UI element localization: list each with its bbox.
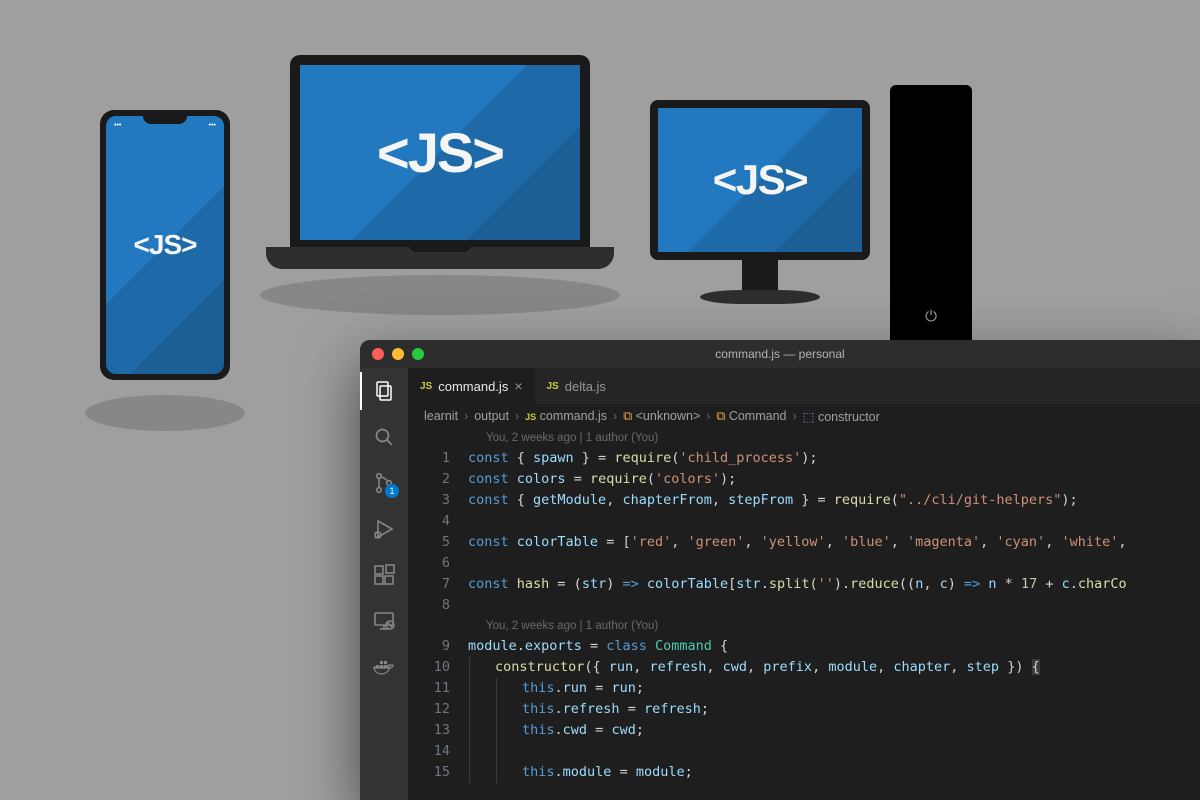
code-line[interactable]: 7const hash = (str) => colorTable[str.sp… bbox=[408, 574, 1200, 595]
extensions-tab-icon[interactable] bbox=[371, 562, 397, 588]
desktop-tower: ⏻ bbox=[890, 85, 972, 355]
line-number: 1 bbox=[408, 448, 468, 469]
code-line[interactable]: 10constructor({ run, refresh, cwd, prefi… bbox=[408, 657, 1200, 678]
codelens[interactable]: You, 2 weeks ago | 1 author (You) bbox=[408, 616, 1200, 636]
close-window-button[interactable] bbox=[372, 348, 384, 360]
code-line[interactable]: 5const colorTable = ['red', 'green', 'ye… bbox=[408, 532, 1200, 553]
power-icon: ⏻ bbox=[925, 308, 937, 325]
search-tab-icon[interactable] bbox=[371, 424, 397, 450]
scm-badge: 1 bbox=[385, 484, 399, 498]
minimize-window-button[interactable] bbox=[392, 348, 404, 360]
code-line[interactable]: 1const { spawn } = require('child_proces… bbox=[408, 448, 1200, 469]
line-number: 3 bbox=[408, 490, 468, 511]
monitor-js-label: <JS> bbox=[713, 156, 807, 204]
tab-label: command.js bbox=[438, 379, 508, 394]
js-file-icon: JS bbox=[420, 381, 432, 392]
remote-tab-icon[interactable] bbox=[371, 608, 397, 634]
window-titlebar[interactable]: command.js — personal bbox=[360, 340, 1200, 368]
line-number: 15 bbox=[408, 762, 468, 783]
line-number: 5 bbox=[408, 532, 468, 553]
phone-device: •••••• <JS> bbox=[100, 110, 230, 380]
explorer-tab-icon[interactable] bbox=[371, 378, 397, 404]
vscode-window: command.js — personal 1 bbox=[360, 340, 1200, 800]
breadcrumb-item[interactable]: output bbox=[474, 409, 509, 423]
code-line[interactable]: 15this.module = module; bbox=[408, 762, 1200, 783]
code-line[interactable]: 3const { getModule, chapterFrom, stepFro… bbox=[408, 490, 1200, 511]
method-icon: ⬚ bbox=[803, 410, 815, 424]
editor-tab[interactable]: JS delta.js bbox=[535, 368, 618, 404]
activity-bar: 1 bbox=[360, 368, 408, 800]
tab-label: delta.js bbox=[565, 379, 606, 394]
code-line[interactable]: 4 bbox=[408, 511, 1200, 532]
run-debug-tab-icon[interactable] bbox=[371, 516, 397, 542]
line-number: 12 bbox=[408, 699, 468, 720]
code-line[interactable]: 2const colors = require('colors'); bbox=[408, 469, 1200, 490]
code-line[interactable]: 8 bbox=[408, 595, 1200, 616]
code-line[interactable]: 6 bbox=[408, 553, 1200, 574]
breadcrumb-item[interactable]: ⧉ Command bbox=[716, 409, 786, 424]
laptop-device: <JS> bbox=[290, 55, 590, 250]
line-number: 6 bbox=[408, 553, 468, 574]
monitor-device: <JS> bbox=[650, 100, 870, 304]
line-number: 9 bbox=[408, 636, 468, 657]
js-file-icon: JS bbox=[547, 381, 559, 392]
line-number: 14 bbox=[408, 741, 468, 762]
breadcrumb-item[interactable]: ⬚ constructor bbox=[803, 409, 880, 424]
code-line[interactable]: 11this.run = run; bbox=[408, 678, 1200, 699]
line-number: 7 bbox=[408, 574, 468, 595]
symbol-icon: ⧉ bbox=[623, 409, 632, 423]
docker-tab-icon[interactable] bbox=[371, 654, 397, 680]
code-line[interactable]: 14 bbox=[408, 741, 1200, 762]
breadcrumb-item[interactable]: learnit bbox=[424, 409, 458, 423]
code-line[interactable]: 9module.exports = class Command { bbox=[408, 636, 1200, 657]
line-number: 4 bbox=[408, 511, 468, 532]
code-line[interactable]: 12this.refresh = refresh; bbox=[408, 699, 1200, 720]
code-editor[interactable]: You, 2 weeks ago | 1 author (You)1const … bbox=[408, 428, 1200, 800]
line-number: 10 bbox=[408, 657, 468, 678]
code-line[interactable]: 13this.cwd = cwd; bbox=[408, 720, 1200, 741]
close-tab-icon[interactable]: × bbox=[514, 378, 522, 394]
line-number: 11 bbox=[408, 678, 468, 699]
line-number: 8 bbox=[408, 595, 468, 616]
codelens[interactable]: You, 2 weeks ago | 1 author (You) bbox=[408, 428, 1200, 448]
breadcrumb-item[interactable]: ⧉ <unknown> bbox=[623, 409, 700, 424]
breadcrumb[interactable]: learnit›output›JS command.js›⧉ <unknown>… bbox=[408, 404, 1200, 428]
laptop-js-label: <JS> bbox=[377, 120, 503, 185]
breadcrumb-item[interactable]: JS command.js bbox=[525, 409, 607, 423]
editor-tab[interactable]: JS command.js × bbox=[408, 368, 535, 404]
symbol-icon: ⧉ bbox=[716, 409, 725, 423]
zoom-window-button[interactable] bbox=[412, 348, 424, 360]
js-file-icon: JS bbox=[525, 412, 536, 422]
source-control-tab-icon[interactable]: 1 bbox=[371, 470, 397, 496]
editor-tabs: JS command.js × JS delta.js bbox=[408, 368, 1200, 404]
line-number: 13 bbox=[408, 720, 468, 741]
line-number: 2 bbox=[408, 469, 468, 490]
window-title: command.js — personal bbox=[715, 347, 844, 361]
phone-js-label: <JS> bbox=[134, 229, 197, 261]
